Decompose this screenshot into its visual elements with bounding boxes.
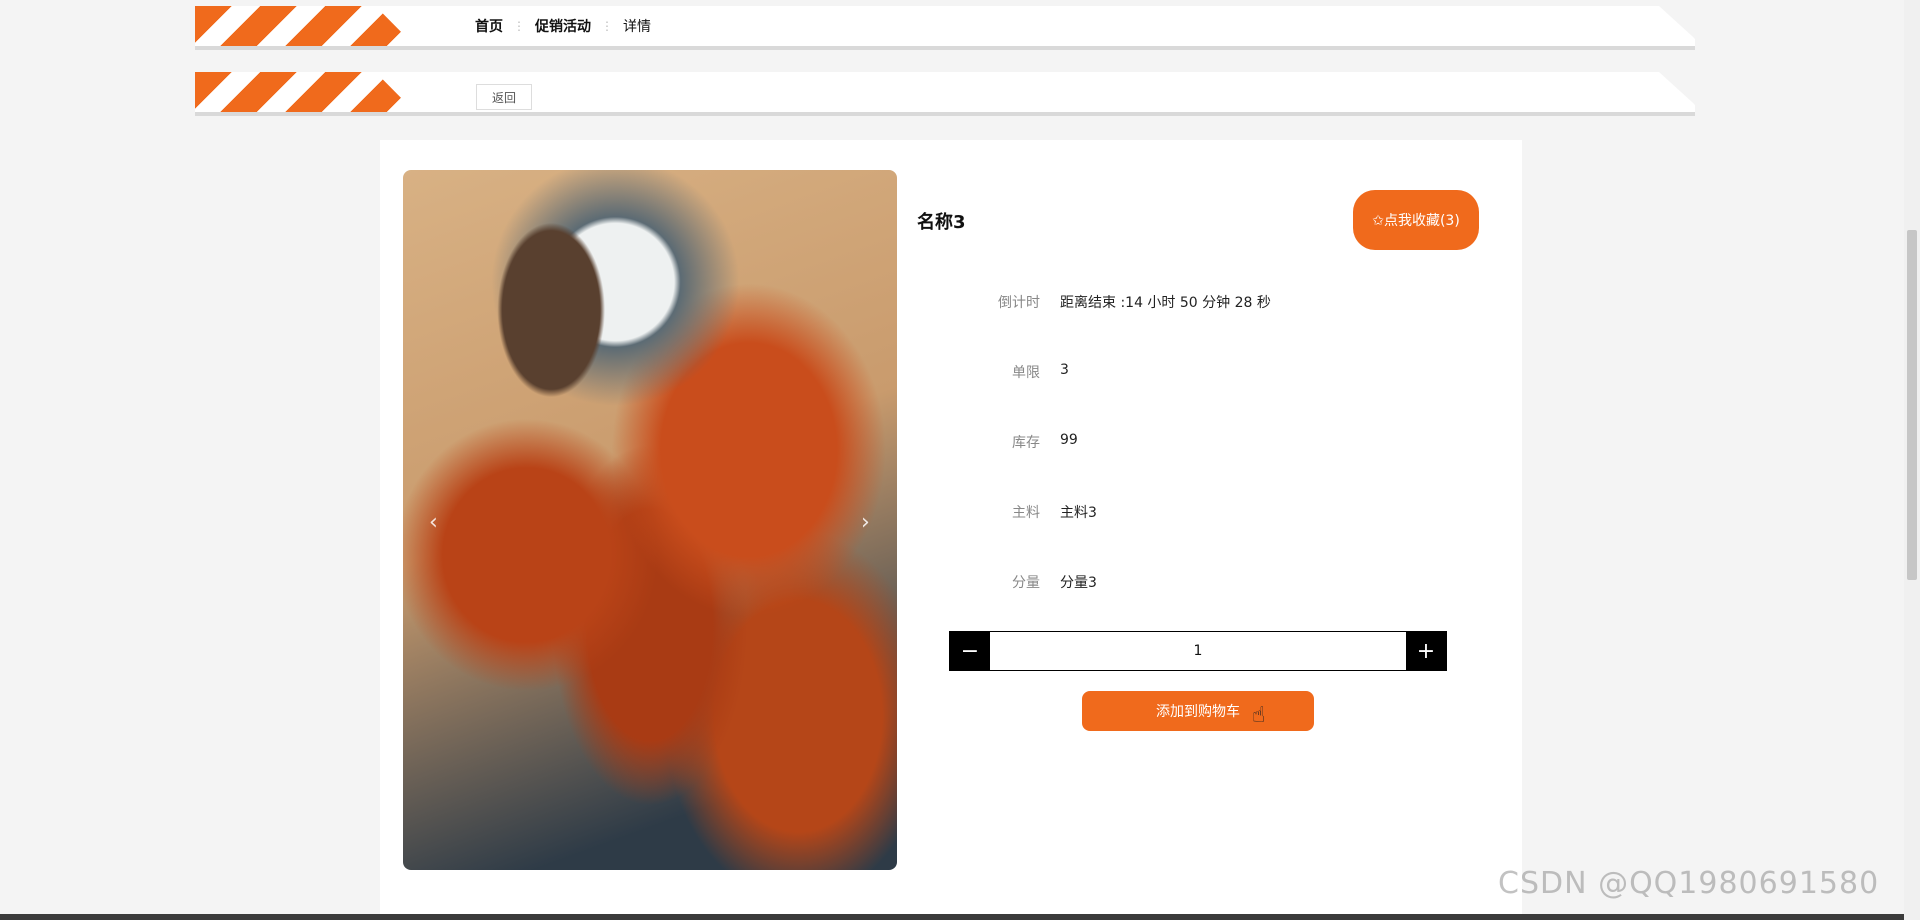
breadcrumb-home[interactable]: 首页 xyxy=(475,16,503,36)
bottom-edge xyxy=(0,914,1904,920)
favorite-button[interactable]: ✩点我收藏(3) xyxy=(1353,190,1479,250)
back-button[interactable]: 返回 xyxy=(476,84,532,110)
quantity-stepper: − 1 + xyxy=(949,631,1447,671)
actions-banner: 返回 xyxy=(195,72,1695,116)
breadcrumb-detail: 详情 xyxy=(623,19,651,35)
breadcrumb-separator: ⋮ xyxy=(601,19,613,33)
field-value: 分量3 xyxy=(1060,575,1097,591)
field-portion: 分量 分量3 xyxy=(970,572,1097,592)
breadcrumb-promo[interactable]: 促销活动 xyxy=(535,16,591,36)
banner-bar xyxy=(195,6,1695,46)
scrollbar-thumb[interactable] xyxy=(1907,230,1917,580)
field-stock: 库存 99 xyxy=(970,432,1078,452)
hand-pointer-icon: ☝ xyxy=(1252,703,1266,728)
field-label: 单限 xyxy=(1012,365,1040,381)
carousel-next-icon[interactable]: › xyxy=(861,510,870,535)
breadcrumb: 首页 ⋮ 促销活动 ⋮ 详情 xyxy=(475,16,651,36)
field-label: 库存 xyxy=(1012,435,1040,451)
product-image-carousel[interactable]: ‹ › xyxy=(403,170,897,870)
field-value: 3 xyxy=(1060,362,1069,378)
field-value: 99 xyxy=(1060,432,1078,448)
field-label: 主料 xyxy=(1012,505,1040,521)
field-countdown: 倒计时 距离结束 :14 小时 50 分钟 28 秒 xyxy=(970,292,1271,312)
breadcrumb-separator: ⋮ xyxy=(513,19,525,33)
decrease-button[interactable]: − xyxy=(950,632,990,670)
product-title: 名称3 xyxy=(917,212,966,233)
page-scrollbar[interactable] xyxy=(1904,0,1920,920)
watermark: CSDN @QQ1980691580 xyxy=(1498,866,1880,901)
field-label: 分量 xyxy=(1012,575,1040,591)
add-to-cart-button[interactable]: 添加到购物车 xyxy=(1082,691,1314,731)
quantity-input[interactable]: 1 xyxy=(990,632,1406,670)
field-limit: 单限 3 xyxy=(970,362,1069,382)
banner-bar xyxy=(195,72,1695,112)
carousel-prev-icon[interactable]: ‹ xyxy=(429,510,438,535)
field-value: 主料3 xyxy=(1060,505,1097,521)
breadcrumb-banner: 首页 ⋮ 促销活动 ⋮ 详情 xyxy=(195,6,1695,50)
field-label: 倒计时 xyxy=(998,295,1040,311)
increase-button[interactable]: + xyxy=(1406,632,1446,670)
countdown-value: 距离结束 :14 小时 50 分钟 28 秒 xyxy=(1060,295,1271,311)
field-ingredient: 主料 主料3 xyxy=(970,502,1097,522)
product-card: ‹ › 名称3 ✩点我收藏(3) 倒计时 距离结束 :14 小时 50 分钟 2… xyxy=(380,140,1522,920)
